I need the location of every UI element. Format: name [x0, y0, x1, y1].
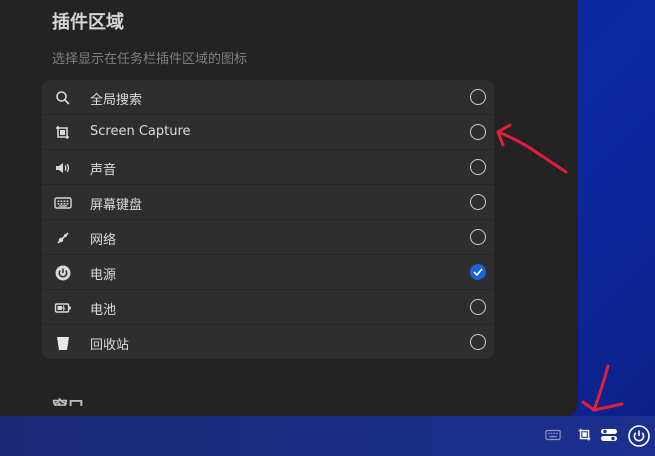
search-icon [54, 89, 72, 107]
taskbar [0, 416, 655, 456]
plugin-checkbox[interactable] [470, 299, 486, 315]
plugin-row-screen-capture[interactable]: Screen Capture [42, 115, 494, 150]
plugin-label: 电池 [90, 303, 117, 318]
speaker-icon [54, 159, 72, 177]
keyboard-icon[interactable] [545, 427, 563, 445]
power-icon[interactable] [628, 425, 650, 447]
plugin-checkbox[interactable] [470, 89, 486, 105]
plugin-row-sound[interactable]: 声音 [42, 150, 494, 185]
screen-capture-icon [54, 124, 72, 142]
plugin-row-power[interactable]: 电源 [42, 255, 494, 290]
plugin-label: 屏幕键盘 [90, 198, 143, 213]
plugin-label: 电源 [90, 268, 117, 283]
checkmark-icon [473, 268, 483, 276]
network-icon [54, 229, 72, 247]
plugin-checkbox[interactable] [470, 159, 486, 175]
plugin-row-global-search[interactable]: 全局搜索 [42, 80, 494, 115]
next-section-title: 窗口 [52, 392, 84, 406]
power-icon [54, 264, 72, 282]
battery-icon [54, 299, 72, 317]
settings-panel: 插件区域 选择显示在任务栏插件区域的图标 全局搜索 Screen Capture… [0, 0, 578, 416]
plugin-row-battery[interactable]: 电池 [42, 290, 494, 325]
plugin-checkbox[interactable] [470, 124, 486, 140]
plugin-row-trash[interactable]: 回收站 [42, 325, 494, 359]
section-description: 选择显示在任务栏插件区域的图标 [52, 52, 248, 67]
plugin-label: 网络 [90, 233, 117, 248]
plugin-label: 回收站 [90, 338, 130, 353]
section-title: 插件区域 [52, 12, 124, 33]
plugin-row-onscreen-keyboard[interactable]: 屏幕键盘 [42, 185, 494, 220]
plugin-label: 全局搜索 [90, 93, 143, 108]
screen-capture-icon[interactable] [577, 427, 595, 445]
plugin-checkbox[interactable] [470, 194, 486, 210]
plugin-list: 全局搜索 Screen Capture 声音 屏幕键盘 网络 电源 电池 回收站 [42, 80, 494, 359]
plugin-row-network[interactable]: 网络 [42, 220, 494, 255]
plugin-checkbox-checked[interactable] [470, 264, 486, 280]
keyboard-icon [54, 194, 72, 212]
plugin-checkbox[interactable] [470, 229, 486, 245]
trash-icon [54, 334, 72, 352]
plugin-label: Screen Capture [90, 124, 191, 139]
plugin-label: 声音 [90, 163, 117, 178]
plugin-checkbox[interactable] [470, 334, 486, 350]
toggle-icon[interactable] [600, 427, 618, 445]
